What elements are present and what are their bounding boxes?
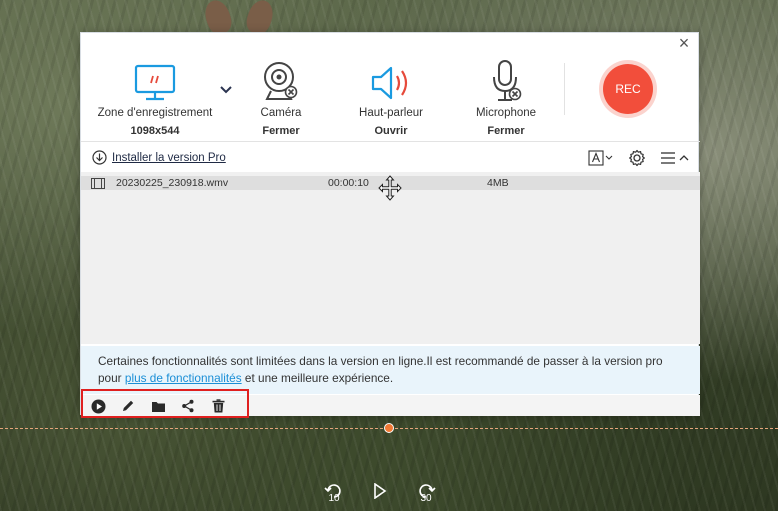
tool-label: Caméra xyxy=(260,107,302,119)
separator xyxy=(564,63,565,115)
recorder-dialog: × Zone d'enregistrement 1098x544 Caméra … xyxy=(80,32,700,416)
highlight-frame xyxy=(81,389,249,418)
webcam-off-icon xyxy=(264,62,298,100)
menu-chevron-up-icon xyxy=(661,152,689,164)
file-duration: 00:00:10 xyxy=(328,177,369,189)
play-icon xyxy=(374,483,387,499)
text-format-icon xyxy=(588,150,613,166)
monitor-icon xyxy=(134,64,176,101)
rewind-10-button[interactable]: 10 xyxy=(320,478,348,504)
tool-value: 1098x544 xyxy=(130,125,180,137)
menu-collapse-button[interactable] xyxy=(660,151,690,165)
install-pro-link[interactable]: Installer la version Pro xyxy=(92,150,226,165)
tool-value: Fermer xyxy=(487,125,525,137)
limitation-notice: Certaines fonctionnalités sont limitées … xyxy=(81,346,700,394)
install-pro-label: Installer la version Pro xyxy=(112,151,226,164)
settings-button[interactable] xyxy=(628,149,646,167)
play-button[interactable] xyxy=(366,478,394,504)
gear-icon xyxy=(629,149,645,167)
list-toolbar: Installer la version Pro xyxy=(81,144,700,172)
tool-microphone[interactable]: Microphone Fermer xyxy=(461,51,551,137)
tool-value: Fermer xyxy=(262,125,300,137)
file-size: 4MB xyxy=(487,177,509,189)
download-circle-icon xyxy=(92,150,107,165)
speaker-icon xyxy=(371,66,408,100)
tool-label: Haut-parleur xyxy=(359,107,423,119)
timeline-knob[interactable] xyxy=(384,423,394,433)
zone-dropdown-button[interactable] xyxy=(219,83,233,97)
tool-value: Ouvrir xyxy=(374,125,408,137)
recording-options: Zone d'enregistrement 1098x544 Caméra Fe… xyxy=(81,33,700,143)
forward-30-button[interactable]: 30 xyxy=(412,478,440,504)
player-controls: 10 30 xyxy=(320,478,440,504)
rewind-seconds: 10 xyxy=(328,493,340,504)
more-features-link[interactable]: plus de fonctionnalités xyxy=(125,371,242,385)
deer-ears-image xyxy=(200,0,280,37)
video-file-icon xyxy=(91,178,105,189)
move-cursor-icon xyxy=(378,175,402,201)
tool-speaker[interactable]: Haut-parleur Ouvrir xyxy=(349,51,433,137)
forward-seconds: 30 xyxy=(420,493,432,504)
chevron-down-icon xyxy=(220,86,232,94)
notice-text-after: et une meilleure expérience. xyxy=(241,371,394,385)
tool-camera[interactable]: Caméra Fermer xyxy=(241,51,321,137)
text-format-button[interactable] xyxy=(588,150,614,166)
tool-recording-zone[interactable]: Zone d'enregistrement 1098x544 xyxy=(95,51,215,137)
tool-label: Microphone xyxy=(475,107,537,119)
microphone-off-icon xyxy=(493,60,522,101)
divider xyxy=(81,141,700,142)
file-name: 20230225_230918.wmv xyxy=(116,177,229,189)
rec-button[interactable]: REC xyxy=(603,64,653,114)
tool-label: Zone d'enregistrement xyxy=(97,107,213,119)
